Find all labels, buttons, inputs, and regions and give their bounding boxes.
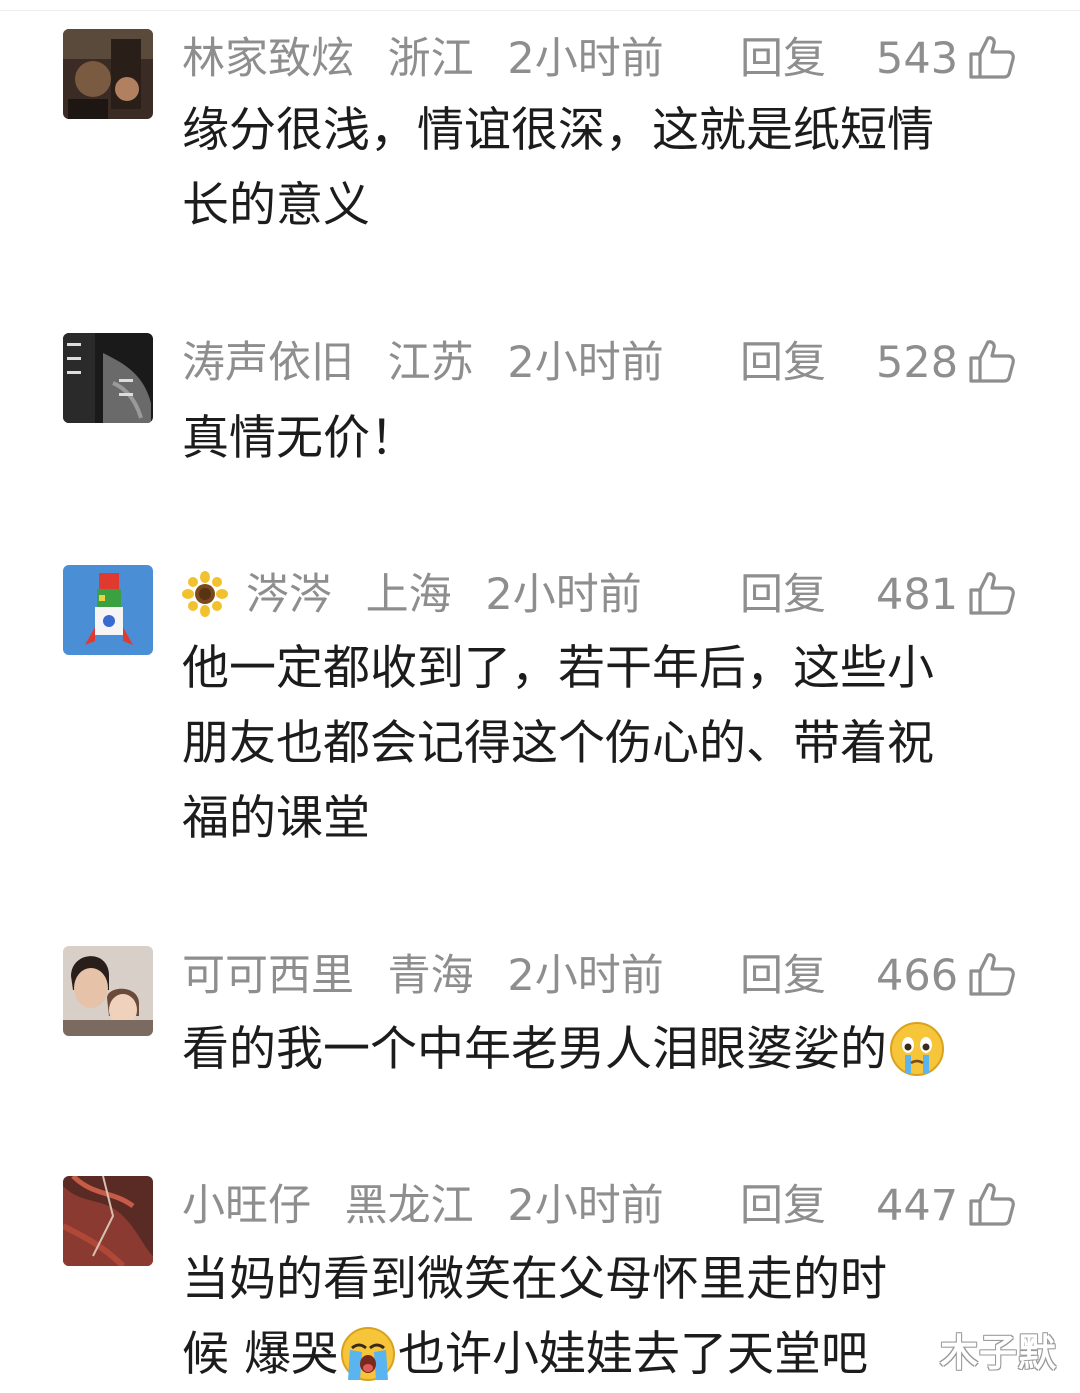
username[interactable]: 涔涔 — [246, 570, 332, 620]
location: 浙江 — [387, 34, 474, 84]
crying-face-icon — [890, 1021, 944, 1076]
like-button[interactable]: 543 — [876, 31, 1015, 87]
like-count: 447 — [876, 1181, 959, 1231]
comment-meta: 林家致炫 浙江 2小时前 — [182, 31, 684, 87]
comment-text: 当妈的看到微笑在父母怀里走的时 候 爆哭 也许小娃娃去了天堂吧 — [182, 1252, 887, 1382]
username[interactable]: 涛声依旧 — [182, 338, 354, 388]
timestamp: 2小时前 — [507, 951, 664, 1001]
timestamp: 2小时前 — [507, 1181, 664, 1231]
thumbs-up-icon — [969, 953, 1015, 996]
thumbs-up-icon — [969, 340, 1015, 383]
comment-text: 缘分很浅，情谊很深，这就是纸短情 长的意义 — [182, 103, 934, 233]
timestamp: 2小时前 — [507, 34, 664, 84]
timestamp: 2小时前 — [507, 338, 664, 388]
avatar[interactable] — [63, 565, 153, 655]
avatar[interactable] — [63, 29, 153, 119]
comment-text: 真情无价！ — [182, 411, 417, 466]
reply-button[interactable]: 回复 — [740, 1178, 826, 1234]
reply-button[interactable]: 回复 — [740, 335, 826, 391]
reply-button[interactable]: 回复 — [740, 31, 826, 87]
like-count: 543 — [876, 34, 959, 84]
thumbs-up-icon — [969, 1183, 1015, 1226]
reply-button[interactable]: 回复 — [740, 948, 826, 1004]
avatar[interactable] — [63, 1176, 153, 1266]
avatar[interactable] — [63, 946, 153, 1036]
like-count: 528 — [876, 338, 959, 388]
like-button[interactable]: 528 — [876, 335, 1015, 391]
like-button[interactable]: 481 — [876, 567, 1015, 623]
location: 上海 — [365, 570, 452, 620]
comment-meta: 涛声依旧 江苏 2小时前 — [182, 335, 684, 391]
location: 青海 — [387, 951, 474, 1001]
username[interactable]: 林家致炫 — [182, 34, 354, 84]
comment-text: 他一定都收到了，若干年后，这些小 朋友也都会记得这个伤心的、带着祝 福的课堂 — [182, 641, 934, 846]
watermark: 木子默 — [940, 1331, 1058, 1375]
reply-button[interactable]: 回复 — [740, 567, 826, 623]
comment-meta: 小旺仔 黑龙江 2小时前 — [182, 1178, 684, 1234]
loudly-crying-face-icon — [340, 1326, 395, 1381]
thumbs-up-icon — [969, 36, 1015, 79]
comment-meta: 可可西里 青海 2小时前 — [182, 948, 684, 1004]
avatar[interactable] — [63, 333, 153, 423]
like-count: 466 — [876, 951, 959, 1001]
like-count: 481 — [876, 570, 959, 620]
location: 黑龙江 — [344, 1181, 474, 1231]
like-button[interactable]: 447 — [876, 1178, 1015, 1234]
like-button[interactable]: 466 — [876, 948, 1015, 1004]
username[interactable]: 小旺仔 — [182, 1181, 311, 1231]
sunflower-icon — [182, 570, 228, 617]
timestamp: 2小时前 — [485, 570, 642, 620]
comment-text: 看的我一个中年老男人泪眼婆娑的 — [182, 1012, 1002, 1087]
thumbs-up-icon — [969, 572, 1015, 615]
top-divider — [0, 10, 1080, 11]
location: 江苏 — [387, 338, 474, 388]
comment-meta: 涔涔 上海 2小时前 — [182, 567, 662, 623]
username[interactable]: 可可西里 — [182, 951, 354, 1001]
